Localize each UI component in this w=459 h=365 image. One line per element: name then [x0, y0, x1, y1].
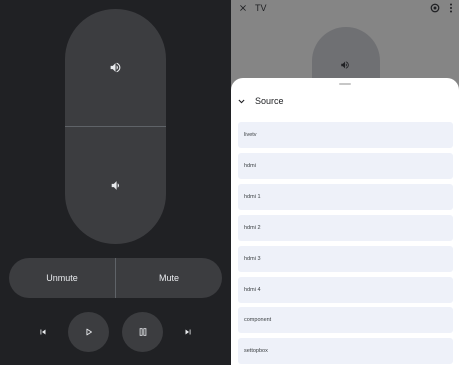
source-item-component[interactable]: component — [238, 307, 453, 333]
skip-previous-icon — [40, 329, 46, 335]
top-app-bar: TV — [231, 0, 459, 18]
remote-panel: Unmute Mute — [0, 0, 231, 365]
mute-button[interactable]: Mute — [116, 258, 222, 298]
source-item-settopbox[interactable]: settopbox — [238, 338, 453, 364]
unmute-button[interactable]: Unmute — [9, 258, 115, 298]
source-item-hdmi-4[interactable]: hdmi 4 — [238, 277, 453, 303]
skip-next-icon — [185, 329, 191, 335]
play-icon — [85, 328, 92, 336]
settings-icon[interactable] — [430, 3, 440, 13]
pause-button[interactable] — [122, 312, 163, 352]
chevron-down-icon[interactable] — [237, 97, 246, 106]
volume-rocker — [65, 9, 166, 244]
mute-control-bar: Unmute Mute — [9, 258, 222, 298]
skip-next-button[interactable] — [178, 312, 198, 352]
volume-down-icon — [111, 181, 120, 190]
close-icon[interactable] — [238, 3, 248, 13]
volume-up-button[interactable] — [65, 9, 166, 126]
source-item-hdmi-2[interactable]: hdmi 2 — [238, 215, 453, 241]
source-item-livetv[interactable]: livetv — [238, 122, 453, 148]
volume-down-button[interactable] — [65, 127, 166, 244]
sheet-header[interactable]: Source — [237, 92, 284, 110]
sheet-title: Source — [255, 96, 284, 106]
volume-up-icon — [110, 62, 121, 73]
pause-icon — [139, 328, 146, 336]
source-item-hdmi[interactable]: hdmi — [238, 153, 453, 179]
source-item-hdmi-1[interactable]: hdmi 1 — [238, 184, 453, 210]
tv-screen: TV Source livetv hdmi hdmi 1 hdmi 2 hdmi… — [231, 0, 459, 365]
volume-up-icon — [341, 61, 349, 69]
drag-handle[interactable] — [339, 83, 351, 85]
more-vert-icon[interactable] — [448, 2, 454, 14]
play-button[interactable] — [68, 312, 109, 352]
skip-previous-button[interactable] — [33, 312, 53, 352]
source-item-hdmi-3[interactable]: hdmi 3 — [238, 246, 453, 272]
page-title: TV — [255, 3, 267, 13]
source-bottom-sheet: Source livetv hdmi hdmi 1 hdmi 2 hdmi 3 … — [231, 78, 459, 365]
